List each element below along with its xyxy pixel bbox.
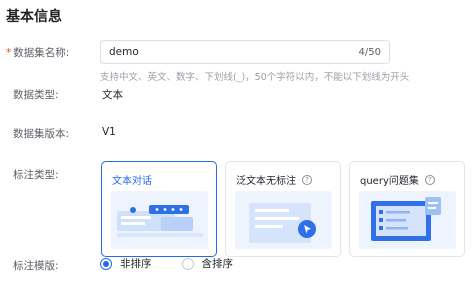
data-type-label: 数据类型: <box>13 89 59 101</box>
dataset-name-value[interactable]: demo <box>109 46 359 58</box>
required-mark: * <box>6 47 12 59</box>
template-label: 标注模版: <box>13 260 59 272</box>
char-counter: 4/50 <box>358 46 381 58</box>
annotation-card-text-dialogue[interactable]: 文本对话 <box>101 161 217 257</box>
annotation-card-plain-text[interactable]: 泛文本无标注? <box>225 161 341 257</box>
radio-sorted-label: 含排序 <box>201 258 234 270</box>
dataset-name-label-text: 数据集名称: <box>13 47 70 59</box>
card-title: 文本对话 <box>112 172 152 187</box>
plain-text-illustration <box>235 191 332 249</box>
question-circle-icon[interactable]: ? <box>424 174 435 185</box>
card-title-text: 泛文本无标注 <box>236 176 296 187</box>
dataset-name-hint: 支持中文、英文、数字、下划线(_)，50个字符以内，不能以下划线为开头 <box>100 72 410 83</box>
card-title: 泛文本无标注? <box>236 172 312 187</box>
annotation-card-query-set[interactable]: query问题集? <box>349 161 465 257</box>
radio-sorted[interactable]: 含排序 <box>181 256 234 271</box>
card-title-text: query问题集 <box>360 176 419 187</box>
dataset-name-label: * 数据集名称: <box>6 45 69 60</box>
radio-unchecked-icon[interactable] <box>181 257 194 270</box>
question-circle-icon[interactable]: ? <box>302 174 312 185</box>
query-illustration-svg <box>371 197 441 241</box>
data-type-value: 文本 <box>102 89 123 101</box>
dataset-version-value: V1 <box>102 126 116 138</box>
card-title: query问题集? <box>360 172 435 187</box>
dataset-version-label: 数据集版本: <box>13 128 70 140</box>
card-title-text: 文本对话 <box>112 176 152 187</box>
radio-unsorted[interactable]: 非排序 <box>100 256 152 271</box>
dialogue-illustration <box>111 191 208 249</box>
dialogue-illustration-svg <box>117 205 203 237</box>
section-title: 基本信息 <box>6 9 62 25</box>
dataset-name-input[interactable]: demo 4/50 <box>100 40 390 64</box>
plain-text-illustration-svg <box>249 203 316 243</box>
annotation-type-label: 标注类型: <box>13 169 59 181</box>
query-illustration <box>359 191 456 249</box>
radio-checked-icon[interactable] <box>100 257 112 270</box>
template-radio-group: 非排序 含排序 <box>100 256 263 271</box>
radio-unsorted-label: 非排序 <box>120 258 152 270</box>
